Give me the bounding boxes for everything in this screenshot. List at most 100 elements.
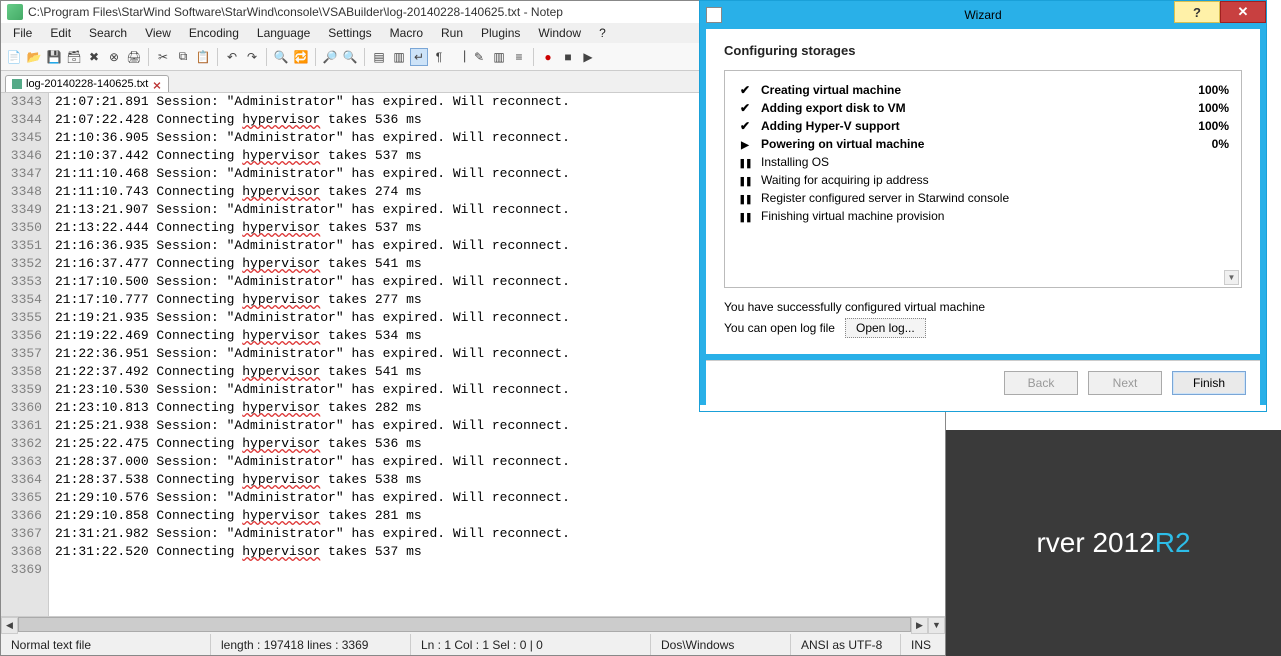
save-all-icon[interactable]: 🗃 — [65, 48, 83, 66]
open-file-icon[interactable]: 📂 — [25, 48, 43, 66]
undo-icon[interactable]: ↶ — [223, 48, 241, 66]
replace-icon[interactable]: 🔁 — [292, 48, 310, 66]
os-label-accent: R2 — [1155, 527, 1191, 559]
toolbar-separator — [533, 48, 534, 66]
npp-app-icon — [7, 4, 23, 20]
wizard-log-row: You can open log file Open log... — [724, 318, 1242, 338]
step-label: Waiting for acquiring ip address — [761, 173, 1189, 187]
toolbar-separator — [315, 48, 316, 66]
close-button[interactable]: ✕ — [1220, 1, 1266, 23]
wizard-log-msg: You can open log file — [724, 321, 835, 335]
wizard-title-text: Wizard — [964, 8, 1001, 22]
code-line[interactable] — [55, 561, 945, 579]
zoom-in-icon[interactable]: 🔎 — [321, 48, 339, 66]
sync-h-icon[interactable]: ▥ — [390, 48, 408, 66]
menu-file[interactable]: File — [5, 24, 40, 42]
zoom-out-icon[interactable]: 🔍 — [341, 48, 359, 66]
status-bar: Normal text file length : 197418 lines :… — [1, 633, 945, 655]
copy-icon[interactable]: ⧉ — [174, 48, 192, 66]
code-line[interactable]: 21:25:22.475 Connecting hypervisor takes… — [55, 435, 945, 453]
code-line[interactable]: 21:28:37.538 Connecting hypervisor takes… — [55, 471, 945, 489]
help-button[interactable]: ? — [1174, 1, 1220, 23]
pause-icon — [737, 209, 753, 223]
pause-icon — [737, 155, 753, 169]
check-icon — [737, 119, 753, 133]
step-percent: 100% — [1189, 83, 1229, 97]
step-percent: 100% — [1189, 119, 1229, 133]
stop-macro-icon[interactable]: ■ — [559, 48, 577, 66]
code-line[interactable]: 21:31:22.520 Connecting hypervisor takes… — [55, 543, 945, 561]
desktop-background-label: rver 2012 R2 — [946, 430, 1281, 656]
cut-icon[interactable]: ✂ — [154, 48, 172, 66]
check-icon — [737, 83, 753, 97]
save-icon[interactable]: 💾 — [45, 48, 63, 66]
find-icon[interactable]: 🔍 — [272, 48, 290, 66]
doc-map-icon[interactable]: ▥ — [490, 48, 508, 66]
wizard-app-icon — [706, 7, 722, 23]
indent-guide-icon[interactable]: ⎹ — [450, 48, 468, 66]
wizard-step: Finishing virtual machine provision — [733, 207, 1233, 225]
close-all-icon[interactable]: ⊗ — [105, 48, 123, 66]
menu-search[interactable]: Search — [81, 24, 135, 42]
wizard-footer: Back Next Finish — [706, 360, 1260, 405]
wizard-steps-list: Creating virtual machine100%Adding expor… — [724, 70, 1242, 288]
back-button[interactable]: Back — [1004, 371, 1078, 395]
step-label: Register configured server in Starwind c… — [761, 191, 1189, 205]
close-file-icon[interactable]: ✖ — [85, 48, 103, 66]
menu-view[interactable]: View — [137, 24, 179, 42]
code-line[interactable]: 21:28:37.000 Session: "Administrator" ha… — [55, 453, 945, 471]
menu-plugins[interactable]: Plugins — [473, 24, 528, 42]
menu-language[interactable]: Language — [249, 24, 318, 42]
file-tab[interactable]: log-20140228-140625.txt ⨯ — [5, 75, 169, 92]
menu-run[interactable]: Run — [433, 24, 471, 42]
check-icon — [737, 101, 753, 115]
record-macro-icon[interactable]: ● — [539, 48, 557, 66]
print-icon[interactable]: 🖨 — [125, 48, 143, 66]
finish-button[interactable]: Finish — [1172, 371, 1246, 395]
menu-window[interactable]: Window — [530, 24, 589, 42]
wrap-icon[interactable]: ↵ — [410, 48, 428, 66]
step-percent: 100% — [1189, 101, 1229, 115]
step-label: Adding export disk to VM — [761, 101, 1189, 115]
menu-help[interactable]: ? — [591, 24, 614, 42]
redo-icon[interactable]: ↷ — [243, 48, 261, 66]
wizard-success-msg: You have successfully configured virtual… — [724, 300, 1242, 314]
show-all-chars-icon[interactable]: ¶ — [430, 48, 448, 66]
next-button[interactable]: Next — [1088, 371, 1162, 395]
os-label-pre: rver 2012 — [1036, 527, 1154, 559]
menu-edit[interactable]: Edit — [42, 24, 79, 42]
toolbar-separator — [364, 48, 365, 66]
status-encoding: ANSI as UTF-8 — [791, 634, 901, 655]
wizard-heading: Configuring storages — [724, 43, 1242, 58]
menu-macro[interactable]: Macro — [382, 24, 431, 42]
status-cursor-pos: Ln : 1 Col : 1 Sel : 0 | 0 — [411, 634, 651, 655]
horizontal-scrollbar[interactable]: ◀ ▶ ▼ — [1, 616, 945, 633]
status-filetype: Normal text file — [1, 634, 211, 655]
play-macro-icon[interactable]: ▶ — [579, 48, 597, 66]
new-file-icon[interactable]: 📄 — [5, 48, 23, 66]
open-log-button[interactable]: Open log... — [845, 318, 926, 338]
steps-scroll-down-icon[interactable]: ▼ — [1224, 270, 1239, 285]
scroll-track[interactable] — [18, 617, 911, 634]
sync-v-icon[interactable]: ▤ — [370, 48, 388, 66]
line-number-gutter: 3343334433453346334733483349335033513352… — [1, 93, 49, 616]
wizard-chrome: Wizard ? ✕ Configuring storages Creating… — [700, 1, 1266, 405]
menu-settings[interactable]: Settings — [320, 24, 379, 42]
tab-close-icon[interactable]: ⨯ — [152, 79, 162, 89]
lang-icon[interactable]: ✎ — [470, 48, 488, 66]
scroll-down-arrow-icon[interactable]: ▼ — [928, 617, 945, 634]
code-line[interactable]: 21:25:21.938 Session: "Administrator" ha… — [55, 417, 945, 435]
func-list-icon[interactable]: ≡ — [510, 48, 528, 66]
paste-icon[interactable]: 📋 — [194, 48, 212, 66]
scroll-right-arrow-icon[interactable]: ▶ — [911, 617, 928, 634]
wizard-step: Register configured server in Starwind c… — [733, 189, 1233, 207]
pause-icon — [737, 173, 753, 187]
wizard-titlebar[interactable]: Wizard ? ✕ — [700, 1, 1266, 29]
menu-encoding[interactable]: Encoding — [181, 24, 247, 42]
scroll-thumb[interactable] — [18, 617, 911, 632]
scroll-left-arrow-icon[interactable]: ◀ — [1, 617, 18, 634]
code-line[interactable]: 21:29:10.576 Session: "Administrator" ha… — [55, 489, 945, 507]
code-line[interactable]: 21:29:10.858 Connecting hypervisor takes… — [55, 507, 945, 525]
code-line[interactable]: 21:31:21.982 Session: "Administrator" ha… — [55, 525, 945, 543]
toolbar-separator — [217, 48, 218, 66]
